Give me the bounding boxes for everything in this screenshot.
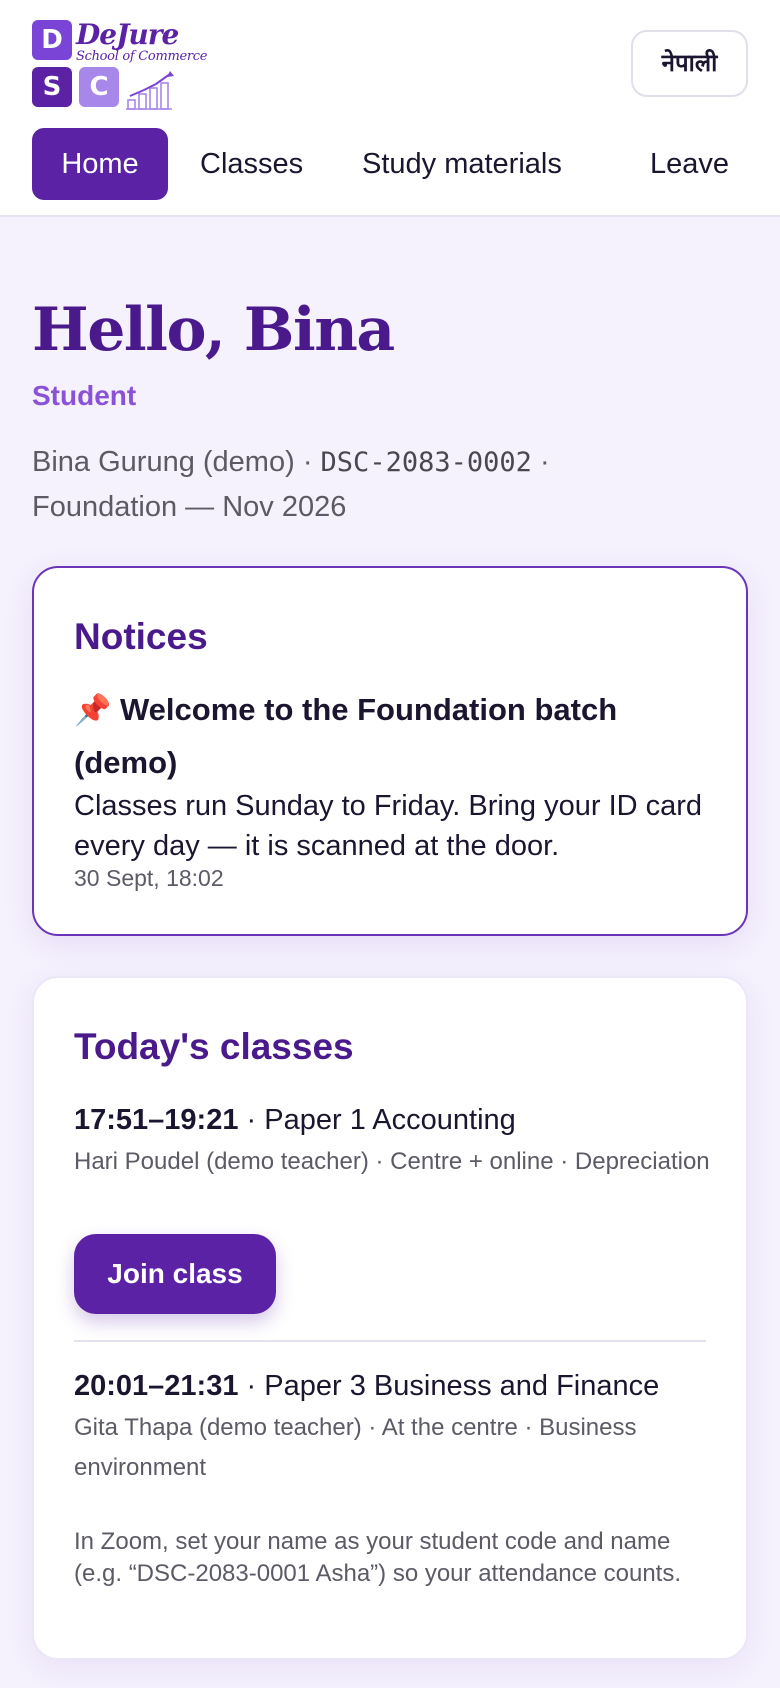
separator: ·: [539, 446, 550, 478]
todays-classes-title: Today's classes: [74, 1026, 354, 1067]
class-subject: Paper 3 Business and Finance: [264, 1370, 660, 1402]
notices-title: Notices: [74, 616, 208, 657]
nav-leave[interactable]: Leave: [650, 128, 729, 200]
separator: ·: [246, 1370, 257, 1402]
student-name: Bina Gurung (demo): [32, 446, 295, 478]
class-meta: Gita Thapa (demo teacher) · At the centr…: [74, 1414, 637, 1481]
dejure-logo[interactable]: D S C DeJure School of Commerce: [32, 18, 207, 110]
page-title: Hello, Bina: [32, 295, 395, 365]
notice-heading: Welcome to the Foundation batch (demo): [74, 692, 618, 780]
notice-item-title: 📌 Welcome to the Foundation batch (demo): [74, 684, 724, 789]
join-class-button[interactable]: Join class: [74, 1234, 276, 1314]
logo-tile-c: C: [79, 67, 119, 107]
nav-home[interactable]: Home: [32, 128, 168, 200]
class-item: 20:01–21:31 · Paper 3 Business and Finan…: [74, 1366, 714, 1488]
divider: [74, 1340, 706, 1342]
class-subject: Paper 1 Accounting: [264, 1104, 516, 1136]
student-code: DSC-2083-0002: [320, 447, 532, 478]
class-meta: Hari Poudel (demo teacher) · Centre + on…: [74, 1148, 710, 1175]
notice-timestamp: 30 Sept, 18:02: [74, 865, 224, 891]
student-profile-line: Bina Gurung (demo) · DSC-2083-0002 · Fou…: [32, 440, 732, 529]
todays-classes-card: Today's classes 17:51–19:21 · Paper 1 Ac…: [32, 976, 748, 1660]
batch-name: Foundation — Nov 2026: [32, 491, 347, 523]
logo-wordmark: DeJure: [76, 18, 179, 51]
logo-tile-d: D: [32, 20, 72, 60]
app-header: D S C DeJure School of Commerce नेपाली H…: [0, 0, 780, 217]
growth-chart-icon: [126, 71, 174, 110]
user-role: Student: [32, 380, 137, 411]
main-nav: Home Classes Study materials Leave: [32, 128, 780, 200]
class-heading: 20:01–21:31 · Paper 3 Business and Finan…: [74, 1366, 714, 1406]
nav-study-materials[interactable]: Study materials: [362, 128, 562, 200]
separator: ·: [302, 446, 313, 478]
nav-classes[interactable]: Classes: [200, 128, 303, 200]
class-heading: 17:51–19:21 · Paper 1 Accounting: [74, 1100, 714, 1140]
class-time: 17:51–19:21: [74, 1104, 239, 1136]
pin-icon: 📌: [74, 694, 112, 727]
class-time: 20:01–21:31: [74, 1370, 239, 1402]
class-item: 17:51–19:21 · Paper 1 Accounting Hari Po…: [74, 1100, 714, 1182]
language-toggle-button[interactable]: नेपाली: [631, 30, 748, 97]
separator: ·: [246, 1104, 257, 1136]
notices-card: Notices 📌 Welcome to the Foundation batc…: [32, 566, 748, 936]
zoom-attendance-note: In Zoom, set your name as your student c…: [74, 1528, 682, 1587]
logo-tile-s: S: [32, 67, 72, 107]
logo-tagline: School of Commerce: [76, 49, 208, 64]
notice-body: Classes run Sunday to Friday. Bring your…: [74, 790, 703, 862]
